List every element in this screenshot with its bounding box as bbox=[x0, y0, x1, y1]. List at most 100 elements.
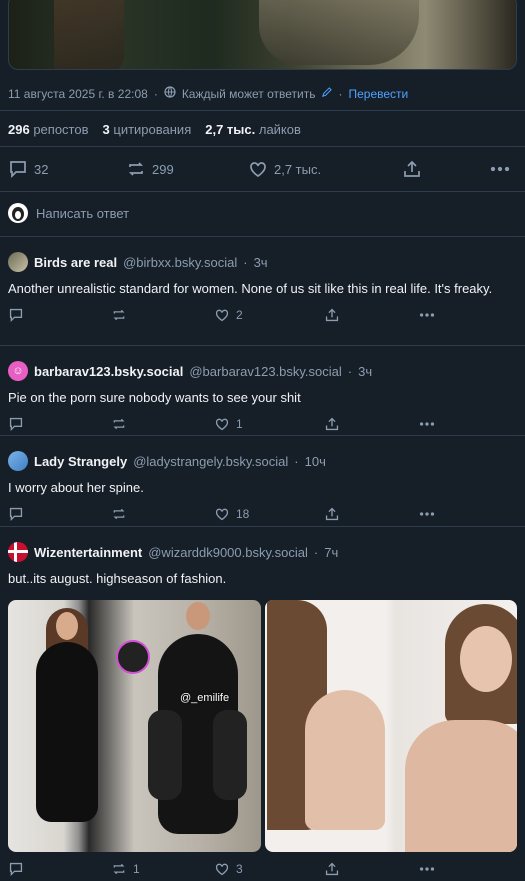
reply-icon bbox=[9, 417, 23, 431]
repost-icon bbox=[128, 162, 144, 176]
post-image[interactable]: @_emilife bbox=[8, 600, 261, 852]
more-icon bbox=[419, 867, 435, 871]
author-handle[interactable]: @barbarav123.bsky.social bbox=[189, 364, 341, 379]
image-shape bbox=[304, 690, 385, 830]
reply-post[interactable]: Wizentertainment @wizarddk9000.bsky.soci… bbox=[8, 542, 517, 876]
dot-separator: · bbox=[243, 254, 248, 270]
divider bbox=[0, 345, 525, 346]
divider bbox=[0, 236, 525, 237]
divider bbox=[0, 146, 525, 147]
image-shape bbox=[259, 0, 419, 65]
repost-button[interactable]: 1 bbox=[111, 862, 214, 876]
author-handle[interactable]: @ladystrangely.bsky.social bbox=[133, 454, 288, 469]
post-image[interactable] bbox=[8, 0, 517, 70]
post-time[interactable]: 10ч bbox=[305, 454, 326, 469]
post-time[interactable]: 3ч bbox=[254, 255, 268, 270]
reposts-stat[interactable]: 296 репостов bbox=[8, 122, 89, 137]
post-image[interactable] bbox=[264, 600, 517, 852]
reply-button[interactable] bbox=[8, 417, 111, 431]
author-name[interactable]: barbarav123.bsky.social bbox=[34, 364, 183, 379]
like-button[interactable]: 3 bbox=[214, 862, 324, 876]
author-handle[interactable]: @wizarddk9000.bsky.social bbox=[148, 545, 308, 560]
avatar[interactable] bbox=[8, 451, 28, 471]
like-button[interactable]: 18 bbox=[214, 507, 324, 521]
reply-button[interactable] bbox=[8, 862, 111, 876]
author-handle[interactable]: @birbxx.bsky.social bbox=[123, 255, 237, 270]
more-button[interactable] bbox=[419, 308, 435, 322]
reply-post[interactable]: Lady Strangely @ladystrangely.bsky.socia… bbox=[8, 451, 517, 521]
like-button[interactable]: 2,7 тыс. bbox=[248, 160, 402, 178]
repost-button[interactable] bbox=[111, 507, 214, 521]
like-button[interactable]: 1 bbox=[214, 417, 324, 431]
globe-icon bbox=[164, 86, 176, 101]
share-button[interactable] bbox=[324, 862, 419, 876]
repost-icon bbox=[113, 418, 125, 430]
share-button[interactable] bbox=[324, 308, 419, 322]
reply-button[interactable] bbox=[8, 507, 111, 521]
image-shape bbox=[404, 720, 517, 852]
more-button[interactable] bbox=[419, 862, 435, 876]
pencil-icon[interactable] bbox=[321, 86, 333, 101]
post-time[interactable]: 7ч bbox=[324, 545, 338, 560]
post-header: ☺ barbarav123.bsky.social @barbarav123.b… bbox=[8, 361, 517, 381]
post-header: Wizentertainment @wizarddk9000.bsky.soci… bbox=[8, 542, 517, 562]
more-icon bbox=[490, 166, 510, 172]
post-text: but..its august. highseason of fashion. bbox=[8, 571, 227, 586]
dot-separator: · bbox=[153, 86, 158, 101]
more-button[interactable] bbox=[419, 507, 435, 521]
reply-button[interactable]: 32 bbox=[8, 160, 126, 178]
reply-icon bbox=[9, 308, 23, 322]
author-name[interactable]: Birds are real bbox=[34, 255, 117, 270]
post-timestamp[interactable]: 11 августа 2025 г. в 22:08 bbox=[8, 87, 148, 101]
dot-separator: · bbox=[294, 453, 299, 469]
post-actions: 1 3 bbox=[8, 862, 517, 876]
more-button[interactable] bbox=[490, 160, 510, 178]
translate-link[interactable]: Перевести bbox=[348, 87, 408, 101]
avatar[interactable] bbox=[8, 542, 28, 562]
share-button[interactable] bbox=[402, 160, 490, 178]
share-icon bbox=[325, 308, 339, 322]
flag-stripe bbox=[8, 550, 28, 553]
post-stats: 296 репостов 3 цитирования 2,7 тыс. лайк… bbox=[8, 122, 301, 137]
reply-post[interactable]: Birds are real @birbxx.bsky.social · 3ч … bbox=[8, 252, 517, 322]
image-grid: @_emilife bbox=[8, 600, 517, 852]
avatar[interactable]: ☺ bbox=[8, 361, 28, 381]
author-name[interactable]: Wizentertainment bbox=[34, 545, 142, 560]
like-button[interactable]: 2 bbox=[214, 308, 324, 322]
heart-icon bbox=[250, 162, 266, 178]
reply-button[interactable] bbox=[8, 308, 111, 322]
likes-stat[interactable]: 2,7 тыс. лайков bbox=[205, 122, 301, 137]
reply-icon bbox=[9, 507, 23, 521]
reply-placeholder: Написать ответ bbox=[36, 205, 130, 221]
dot-separator: · bbox=[347, 363, 353, 379]
image-shape bbox=[213, 710, 247, 800]
post-time[interactable]: 3ч bbox=[358, 364, 372, 379]
reply-icon bbox=[9, 862, 23, 876]
audience-label: Каждый может ответить bbox=[181, 86, 316, 101]
repost-icon bbox=[113, 863, 125, 875]
heart-icon bbox=[215, 418, 229, 431]
repost-button[interactable] bbox=[111, 308, 214, 322]
quotes-stat[interactable]: 3 цитирования bbox=[103, 122, 192, 137]
image-shape bbox=[54, 0, 124, 69]
image-shape bbox=[459, 626, 512, 692]
share-button[interactable] bbox=[324, 417, 419, 431]
repost-button[interactable]: 299 bbox=[126, 160, 248, 178]
avatar[interactable] bbox=[8, 252, 28, 272]
image-shape bbox=[56, 612, 78, 640]
divider bbox=[0, 110, 525, 111]
heart-icon bbox=[215, 309, 229, 322]
post-actions: 2 bbox=[8, 308, 517, 322]
author-name[interactable]: Lady Strangely bbox=[34, 454, 127, 469]
post-text: I worry about her spine. bbox=[8, 480, 144, 495]
more-button[interactable] bbox=[419, 417, 435, 431]
image-shape bbox=[148, 710, 182, 800]
repost-button[interactable] bbox=[111, 417, 214, 431]
image-shape bbox=[186, 602, 210, 630]
heart-icon bbox=[215, 508, 229, 521]
reply-icon bbox=[10, 161, 26, 178]
reply-post[interactable]: ☺ barbarav123.bsky.social @barbarav123.b… bbox=[8, 361, 517, 431]
reply-composer[interactable]: Написать ответ bbox=[8, 203, 129, 223]
share-button[interactable] bbox=[324, 507, 419, 521]
post-actions: 18 bbox=[8, 507, 517, 521]
